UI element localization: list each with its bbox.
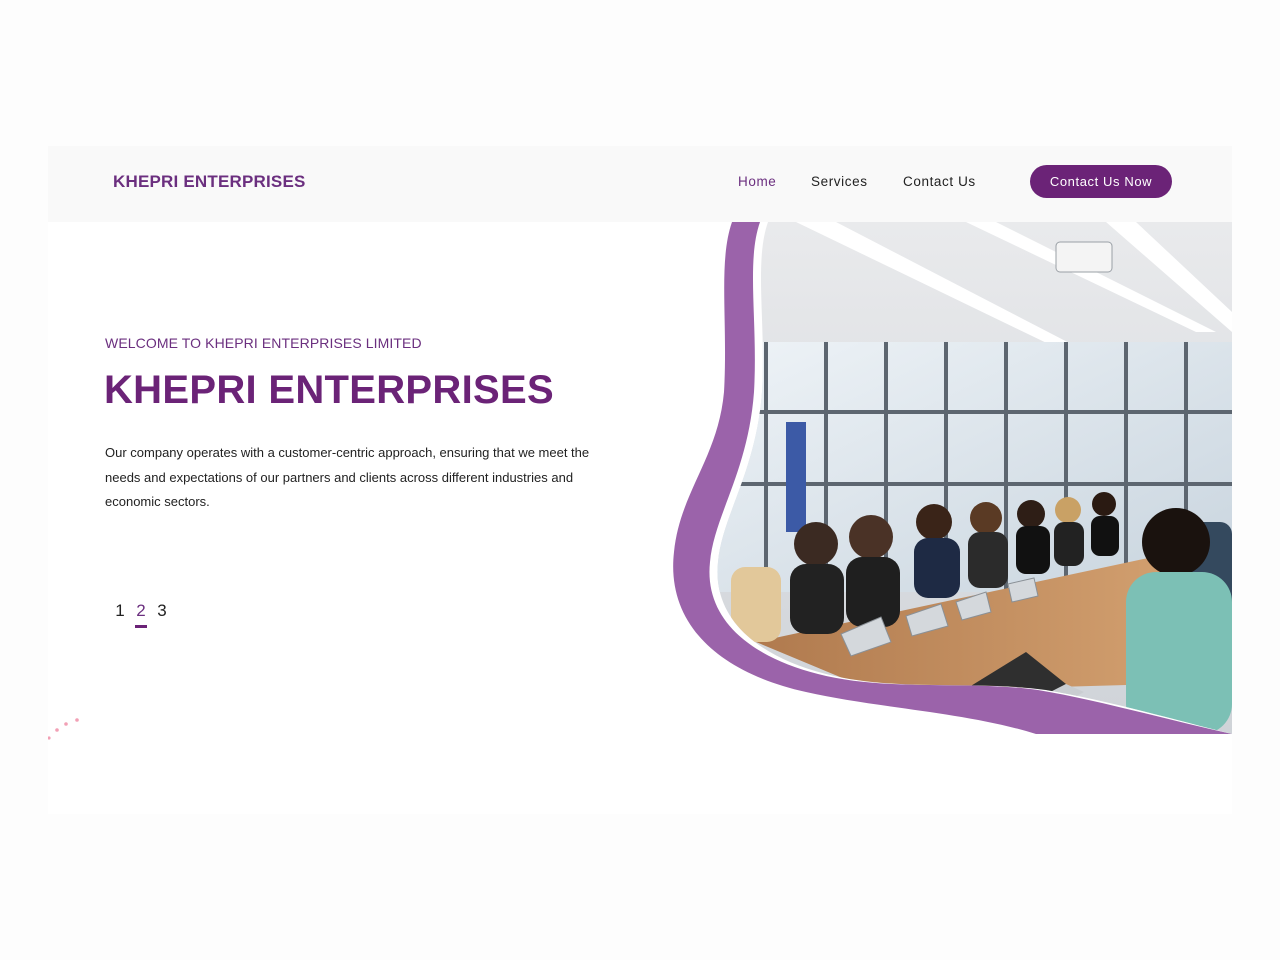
- hero-eyebrow: WELCOME TO KHEPRI ENTERPRISES LIMITED: [105, 335, 422, 351]
- pager-item-2[interactable]: 2: [135, 601, 147, 628]
- hero-description: Our company operates with a customer-cen…: [105, 445, 590, 509]
- contact-us-now-button[interactable]: Contact Us Now: [1030, 165, 1172, 198]
- decorative-dots-icon: [48, 718, 79, 740]
- nav-services[interactable]: Services: [811, 174, 868, 189]
- pager-item-3[interactable]: 3: [156, 601, 168, 628]
- site-header: KHEPRI ENTERPRISES Home Services Contact…: [48, 146, 1232, 222]
- slide-pager: 1 2 3: [114, 601, 168, 628]
- pager-item-1[interactable]: 1: [114, 601, 126, 628]
- nav-contact-us[interactable]: Contact Us: [903, 174, 976, 189]
- hero-title: KHEPRI ENTERPRISES: [104, 368, 554, 412]
- page-frame: KHEPRI ENTERPRISES Home Services Contact…: [48, 146, 1232, 814]
- meeting-room-photo: [673, 222, 1232, 734]
- brand-logo[interactable]: KHEPRI ENTERPRISES: [113, 172, 306, 192]
- nav-home[interactable]: Home: [738, 174, 776, 189]
